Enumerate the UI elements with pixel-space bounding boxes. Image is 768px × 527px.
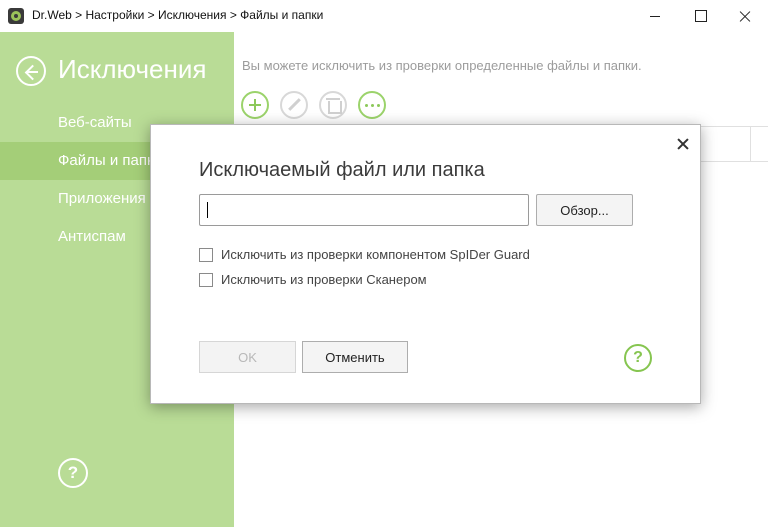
delete-icon[interactable] bbox=[319, 91, 347, 119]
checkbox-spider-guard[interactable] bbox=[199, 248, 213, 262]
maximize-button[interactable] bbox=[678, 0, 724, 32]
sidebar-item-label: Антиспам bbox=[58, 228, 126, 245]
main-description: Вы можете исключить из проверки определе… bbox=[242, 58, 642, 73]
text-caret bbox=[207, 202, 208, 218]
exclusion-dialog: Исключаемый файл или папка Обзор... Искл… bbox=[150, 124, 701, 404]
drweb-spider-icon bbox=[8, 8, 24, 24]
back-arrow-icon[interactable] bbox=[16, 56, 46, 86]
table-column-divider bbox=[750, 126, 751, 162]
checkbox-label: Исключить из проверки Сканером bbox=[221, 272, 427, 287]
title-bar: Dr.Web > Настройки > Исключения > Файлы … bbox=[0, 0, 768, 32]
sidebar-item-label: Веб-сайты bbox=[58, 114, 132, 131]
more-icon[interactable] bbox=[358, 91, 386, 119]
add-icon[interactable] bbox=[241, 91, 269, 119]
help-icon[interactable]: ? bbox=[624, 344, 652, 372]
ok-button[interactable]: OK bbox=[199, 341, 296, 373]
sidebar-item-label: Приложения bbox=[58, 190, 146, 207]
close-icon[interactable] bbox=[676, 137, 690, 151]
sidebar-title: Исключения bbox=[58, 54, 207, 84]
checkbox-label: Исключить из проверки компонентом SpIDer… bbox=[221, 247, 530, 262]
sidebar-item-label: Файлы и папки bbox=[58, 152, 162, 169]
help-icon[interactable]: ? bbox=[58, 458, 88, 488]
cancel-button[interactable]: Отменить bbox=[302, 341, 408, 373]
checkbox-scanner[interactable] bbox=[199, 273, 213, 287]
dialog-title: Исключаемый файл или папка bbox=[199, 159, 485, 181]
browse-button[interactable]: Обзор... bbox=[536, 194, 633, 226]
path-input[interactable] bbox=[199, 194, 529, 226]
edit-icon[interactable] bbox=[280, 91, 308, 119]
minimize-button[interactable] bbox=[632, 0, 678, 32]
window-title: Dr.Web > Настройки > Исключения > Файлы … bbox=[32, 8, 324, 22]
close-window-button[interactable] bbox=[722, 0, 768, 32]
